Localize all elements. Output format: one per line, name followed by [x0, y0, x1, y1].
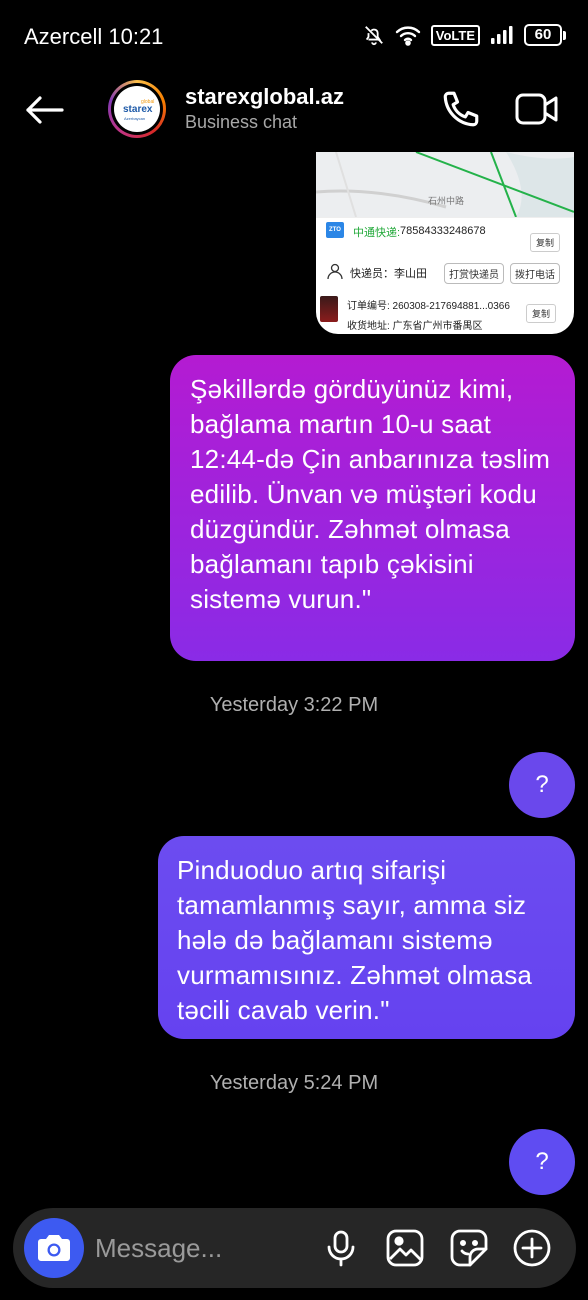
call-button[interactable]: [440, 88, 482, 130]
message-timestamp: Yesterday 3:22 PM: [209, 694, 379, 716]
copy-order-button: 复制: [526, 304, 557, 323]
wifi-icon: [395, 26, 420, 46]
phone-icon: [443, 91, 479, 127]
bell-off-icon: [364, 26, 383, 46]
video-call-button[interactable]: [514, 88, 560, 130]
message-bubble[interactable]: Şəkillərdə gördüyünüz kimi, bağlama mart…: [170, 355, 575, 661]
tracking-row: ZTO 中通快递: 78584333248678 复制: [316, 217, 574, 254]
camera-button[interactable]: [24, 1218, 84, 1278]
message-bubble[interactable]: ?: [509, 1129, 575, 1195]
plus-button[interactable]: [512, 1228, 552, 1268]
sticker-button[interactable]: [449, 1228, 489, 1268]
gallery-icon: [386, 1229, 424, 1267]
sticker-icon: [450, 1229, 488, 1267]
message-composer: [13, 1208, 576, 1288]
courier-person: 快递员：李山田: [350, 268, 427, 280]
zto-logo: ZTO: [326, 222, 344, 238]
microphone-button[interactable]: [321, 1228, 361, 1268]
plus-icon: [513, 1229, 551, 1267]
order-row: 订单编号: 260308-217694881...0366 复制 收货地址: 广…: [316, 292, 574, 334]
battery-icon: 60: [524, 24, 566, 46]
chat-header: global starex Azerbaycan starexglobal.az…: [0, 72, 588, 152]
back-button[interactable]: [22, 88, 66, 132]
volte-badge: VoLTE: [430, 24, 480, 46]
carrier-time: Azercell 10:21: [24, 24, 164, 49]
map-label: 石州中路: [428, 196, 465, 206]
status-icons: VoLTE 60: [363, 24, 566, 46]
back-arrow-icon: [26, 96, 64, 124]
order-number: 订单编号: 260308-217694881...0366: [347, 301, 510, 312]
gallery-button[interactable]: [385, 1228, 425, 1268]
message-bubble[interactable]: Pinduoduo artıq sifarişi tamamlanmış say…: [158, 836, 575, 1039]
message-bubble[interactable]: ?: [509, 752, 575, 818]
tip-courier-button: 打赏快递员: [444, 263, 504, 284]
courier-row: 快递员：李山田 打赏快递员 拨打电话: [316, 254, 574, 292]
image-message[interactable]: 石州中路 ZTO 中通快递: 78584333248678 复制 快递员：李山田…: [316, 152, 574, 334]
chat-subtitle: Business chat: [185, 112, 298, 132]
status-bar: Azercell 10:21 VoLTE 60: [0, 0, 588, 72]
chat-name[interactable]: starexglobal.az: [185, 84, 344, 110]
camera-icon: [38, 1235, 70, 1261]
person-icon: [327, 263, 343, 280]
message-timestamp: Yesterday 5:24 PM: [209, 1072, 379, 1094]
microphone-icon: [327, 1230, 355, 1267]
courier-label: 中通快递:: [353, 227, 401, 239]
starex-logo: global starex Azerbaycan: [114, 86, 160, 132]
copy-tracking-button: 复制: [530, 233, 561, 252]
map-preview: 石州中路: [316, 152, 574, 217]
delivery-address: 收货地址: 广东省广州市番禺区: [347, 321, 483, 332]
battery-level: 60: [524, 24, 562, 46]
signal-icon: [491, 26, 513, 44]
video-camera-icon: [515, 93, 558, 125]
tracking-number: 78584333248678: [400, 225, 486, 237]
avatar[interactable]: global starex Azerbaycan: [108, 80, 166, 138]
message-input[interactable]: [95, 1228, 295, 1268]
call-courier-button: 拨打电话: [510, 263, 560, 284]
product-thumbnail: [320, 296, 338, 322]
